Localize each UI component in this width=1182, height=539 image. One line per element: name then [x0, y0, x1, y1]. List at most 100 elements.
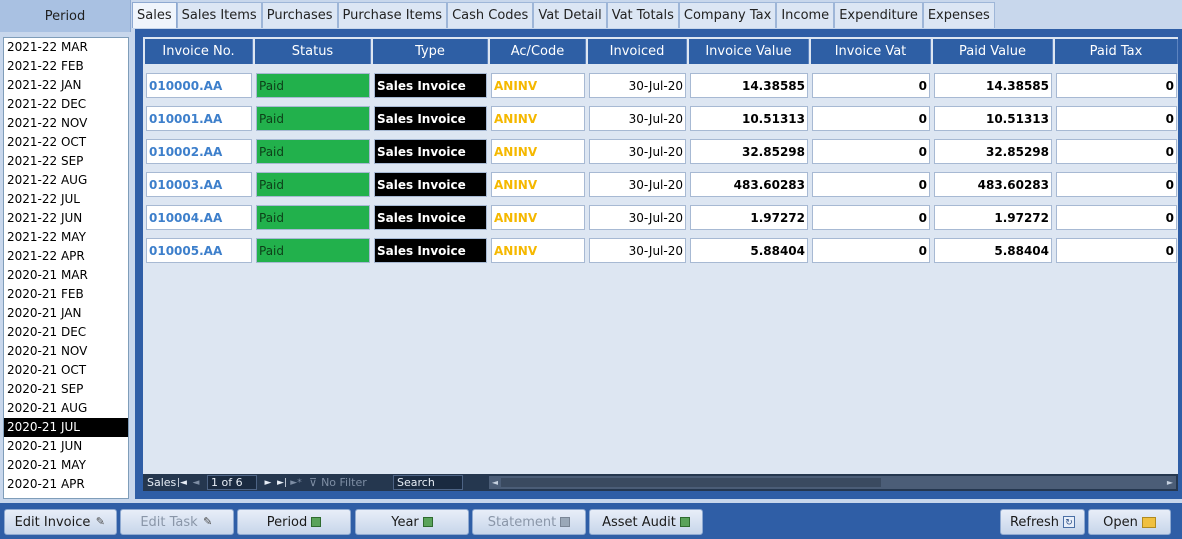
period-item[interactable]: 2020-21 APR: [4, 475, 128, 494]
tab-expenses[interactable]: Expenses: [922, 2, 995, 28]
tab-cash-codes[interactable]: Cash Codes: [447, 2, 534, 28]
period-item[interactable]: 2021-22 OCT: [4, 133, 128, 152]
invoice-no-cell[interactable]: 010004.AA: [146, 205, 252, 230]
period-item[interactable]: 2021-22 APR: [4, 247, 128, 266]
invoice-value-cell[interactable]: 10.51313: [690, 106, 808, 131]
column-header-invoice-value[interactable]: Invoice Value: [689, 39, 809, 64]
invoice-no-cell[interactable]: 010005.AA: [146, 238, 252, 263]
invoiced-date-cell[interactable]: 30-Jul-20: [589, 205, 686, 230]
last-record-icon[interactable]: ►|: [275, 478, 289, 488]
ac-code-cell[interactable]: ANINV: [491, 205, 585, 230]
first-record-icon[interactable]: |◄: [175, 478, 189, 488]
invoice-no-cell[interactable]: 010002.AA: [146, 139, 252, 164]
tab-company-tax[interactable]: Company Tax: [678, 2, 777, 28]
period-button[interactable]: Period: [237, 509, 351, 535]
period-item[interactable]: 2020-21 NOV: [4, 342, 128, 361]
statement-button[interactable]: Statement: [472, 509, 586, 535]
record-position-field[interactable]: 1 of 6: [207, 475, 257, 490]
ac-code-cell[interactable]: ANINV: [491, 238, 585, 263]
invoiced-date-cell[interactable]: 30-Jul-20: [589, 238, 686, 263]
tab-purchase-items[interactable]: Purchase Items: [337, 2, 448, 28]
scroll-left-icon[interactable]: ◄: [489, 476, 501, 489]
period-item[interactable]: 2020-21 JUN: [4, 437, 128, 456]
paid-tax-cell[interactable]: 0: [1056, 205, 1177, 230]
column-header-invoiced[interactable]: Invoiced: [588, 39, 687, 64]
next-record-icon[interactable]: ►: [261, 478, 275, 488]
asset-audit-button[interactable]: Asset Audit: [589, 509, 703, 535]
period-item[interactable]: 2020-21 DEC: [4, 323, 128, 342]
ac-code-cell[interactable]: ANINV: [491, 139, 585, 164]
paid-tax-cell[interactable]: 0: [1056, 172, 1177, 197]
invoiced-date-cell[interactable]: 30-Jul-20: [589, 106, 686, 131]
status-cell[interactable]: Paid: [256, 172, 370, 197]
tab-purchases[interactable]: Purchases: [261, 2, 338, 28]
period-item[interactable]: 2020-21 SEP: [4, 380, 128, 399]
period-item[interactable]: 2020-21 AUG: [4, 399, 128, 418]
period-item[interactable]: 2021-22 JUN: [4, 209, 128, 228]
paid-tax-cell[interactable]: 0: [1056, 139, 1177, 164]
period-item[interactable]: 2021-22 SEP: [4, 152, 128, 171]
period-item[interactable]: 2020-21 JAN: [4, 304, 128, 323]
column-header-invoice-no[interactable]: Invoice No.: [145, 39, 253, 64]
scroll-right-icon[interactable]: ►: [1164, 476, 1176, 489]
invoice-value-cell[interactable]: 1.97272: [690, 205, 808, 230]
tab-expenditure[interactable]: Expenditure: [834, 2, 923, 28]
tab-sales[interactable]: Sales: [132, 2, 177, 28]
period-item[interactable]: 2021-22 DEC: [4, 95, 128, 114]
invoice-vat-cell[interactable]: 0: [812, 73, 930, 98]
tab-income[interactable]: Income: [776, 2, 835, 28]
paid-tax-cell[interactable]: 0: [1056, 106, 1177, 131]
refresh-button[interactable]: Refresh ↻: [1000, 509, 1085, 535]
invoice-value-cell[interactable]: 5.88404: [690, 238, 808, 263]
type-cell[interactable]: Sales Invoice: [374, 139, 487, 164]
invoice-no-cell[interactable]: 010000.AA: [146, 73, 252, 98]
period-item[interactable]: 2020-21 MAR: [4, 266, 128, 285]
invoice-vat-cell[interactable]: 0: [812, 172, 930, 197]
status-cell[interactable]: Paid: [256, 205, 370, 230]
prev-record-icon[interactable]: ◄: [189, 478, 203, 488]
tab-vat-totals[interactable]: Vat Totals: [606, 2, 679, 28]
paid-value-cell[interactable]: 14.38585: [934, 73, 1052, 98]
period-item[interactable]: 2021-22 AUG: [4, 171, 128, 190]
invoiced-date-cell[interactable]: 30-Jul-20: [589, 139, 686, 164]
tab-vat-detail[interactable]: Vat Detail: [533, 2, 607, 28]
paid-tax-cell[interactable]: 0: [1056, 73, 1177, 98]
column-header-status[interactable]: Status: [255, 39, 371, 64]
period-item[interactable]: 2021-22 NOV: [4, 114, 128, 133]
column-header-ac-code[interactable]: Ac/Code: [490, 39, 586, 64]
type-cell[interactable]: Sales Invoice: [374, 106, 487, 131]
horizontal-scrollbar[interactable]: ◄ ►: [489, 476, 1176, 489]
paid-value-cell[interactable]: 5.88404: [934, 238, 1052, 263]
paid-value-cell[interactable]: 483.60283: [934, 172, 1052, 197]
period-item[interactable]: 2021-22 JAN: [4, 76, 128, 95]
edit-task-button[interactable]: Edit Task ✎: [120, 509, 234, 535]
invoice-value-cell[interactable]: 483.60283: [690, 172, 808, 197]
scroll-thumb[interactable]: [501, 478, 881, 487]
period-list[interactable]: 2021-22 MAR 2021-22 FEB 2021-22 JAN 2021-22…: [3, 37, 129, 499]
invoice-vat-cell[interactable]: 0: [812, 238, 930, 263]
type-cell[interactable]: Sales Invoice: [374, 238, 487, 263]
filter-indicator[interactable]: ⊽ No Filter: [309, 476, 389, 489]
invoice-vat-cell[interactable]: 0: [812, 205, 930, 230]
period-item[interactable]: 2021-22 MAY: [4, 228, 128, 247]
type-cell[interactable]: Sales Invoice: [374, 172, 487, 197]
period-item[interactable]: 2020-21 FEB: [4, 285, 128, 304]
edit-invoice-button[interactable]: Edit Invoice ✎: [4, 509, 117, 535]
period-item[interactable]: 2020-21 JUL: [4, 418, 128, 437]
type-cell[interactable]: Sales Invoice: [374, 205, 487, 230]
year-button[interactable]: Year: [355, 509, 469, 535]
status-cell[interactable]: Paid: [256, 73, 370, 98]
invoice-vat-cell[interactable]: 0: [812, 139, 930, 164]
status-cell[interactable]: Paid: [256, 238, 370, 263]
paid-value-cell[interactable]: 1.97272: [934, 205, 1052, 230]
tab-sales-items[interactable]: Sales Items: [176, 2, 262, 28]
status-cell[interactable]: Paid: [256, 139, 370, 164]
column-header-paid-value[interactable]: Paid Value: [933, 39, 1053, 64]
invoiced-date-cell[interactable]: 30-Jul-20: [589, 73, 686, 98]
period-item[interactable]: 2020-21 OCT: [4, 361, 128, 380]
invoice-no-cell[interactable]: 010001.AA: [146, 106, 252, 131]
column-header-paid-tax[interactable]: Paid Tax: [1055, 39, 1178, 64]
search-input[interactable]: Search: [393, 475, 463, 490]
ac-code-cell[interactable]: ANINV: [491, 172, 585, 197]
invoice-value-cell[interactable]: 32.85298: [690, 139, 808, 164]
